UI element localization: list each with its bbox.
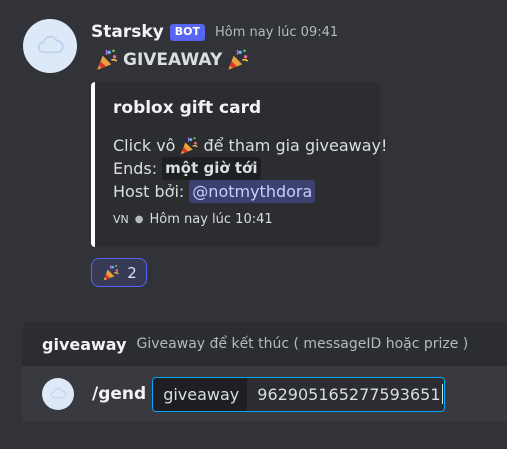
join-text: để tham gia giveaway! xyxy=(203,136,388,155)
option-hint-description: Giveaway để kết thúc ( messageID hoặc pr… xyxy=(136,336,469,352)
party-popper-icon xyxy=(227,48,249,71)
cloud-icon xyxy=(37,35,64,54)
timestamp: Hôm nay lúc 09:41 xyxy=(214,24,339,40)
ends-label: Ends: xyxy=(113,159,158,178)
reaction-button[interactable]: 2 xyxy=(91,258,147,287)
embed-description: Click vô để tham gia giveaway! Ends: một… xyxy=(113,134,387,203)
party-popper-icon xyxy=(96,48,118,71)
embed-title: roblox gift card xyxy=(113,98,262,118)
giveaway-embed: roblox gift card Click vô để tham gia gi… xyxy=(91,82,387,247)
ends-value: một giờ tới xyxy=(162,157,261,180)
option-value-input[interactable]: 962905165277593651 xyxy=(247,377,444,411)
bot-tag: BOT xyxy=(169,23,205,41)
footer-timestamp: Hôm nay lúc 10:41 xyxy=(149,212,273,227)
command-hint-bar: giveaway Giveaway để kết thúc ( messageI… xyxy=(22,322,507,366)
command-app-avatar xyxy=(42,378,74,410)
slash-command[interactable]: /gend xyxy=(92,384,146,404)
host-label: Host bởi: xyxy=(113,182,185,201)
party-popper-icon xyxy=(180,135,199,155)
reaction-count: 2 xyxy=(127,263,137,282)
footer-separator: ● xyxy=(134,214,144,225)
cloud-icon xyxy=(50,387,67,399)
username[interactable]: Starsky xyxy=(91,22,164,42)
option-name[interactable]: giveaway xyxy=(153,377,248,411)
message-header: Starsky BOT Hôm nay lúc 09:41 xyxy=(91,20,338,44)
option-value-text: 962905165277593651 xyxy=(257,384,441,404)
host-mention[interactable]: @notmythdora xyxy=(189,180,316,203)
avatar[interactable] xyxy=(23,19,77,73)
click-text: Click vô xyxy=(113,136,176,155)
message-title: GIVEAWAY xyxy=(91,47,254,73)
option-hint-name: giveaway xyxy=(42,334,127,354)
party-popper-icon xyxy=(103,263,120,281)
message-input-bar[interactable]: /gend giveaway 962905165277593651 xyxy=(22,366,507,422)
embed-footer: VN ● Hôm nay lúc 10:41 xyxy=(113,212,273,227)
giveaway-title: GIVEAWAY xyxy=(123,50,223,70)
text-caret xyxy=(441,384,443,404)
footer-tag: VN xyxy=(113,213,129,226)
command-option[interactable]: giveaway 962905165277593651 xyxy=(152,376,445,412)
